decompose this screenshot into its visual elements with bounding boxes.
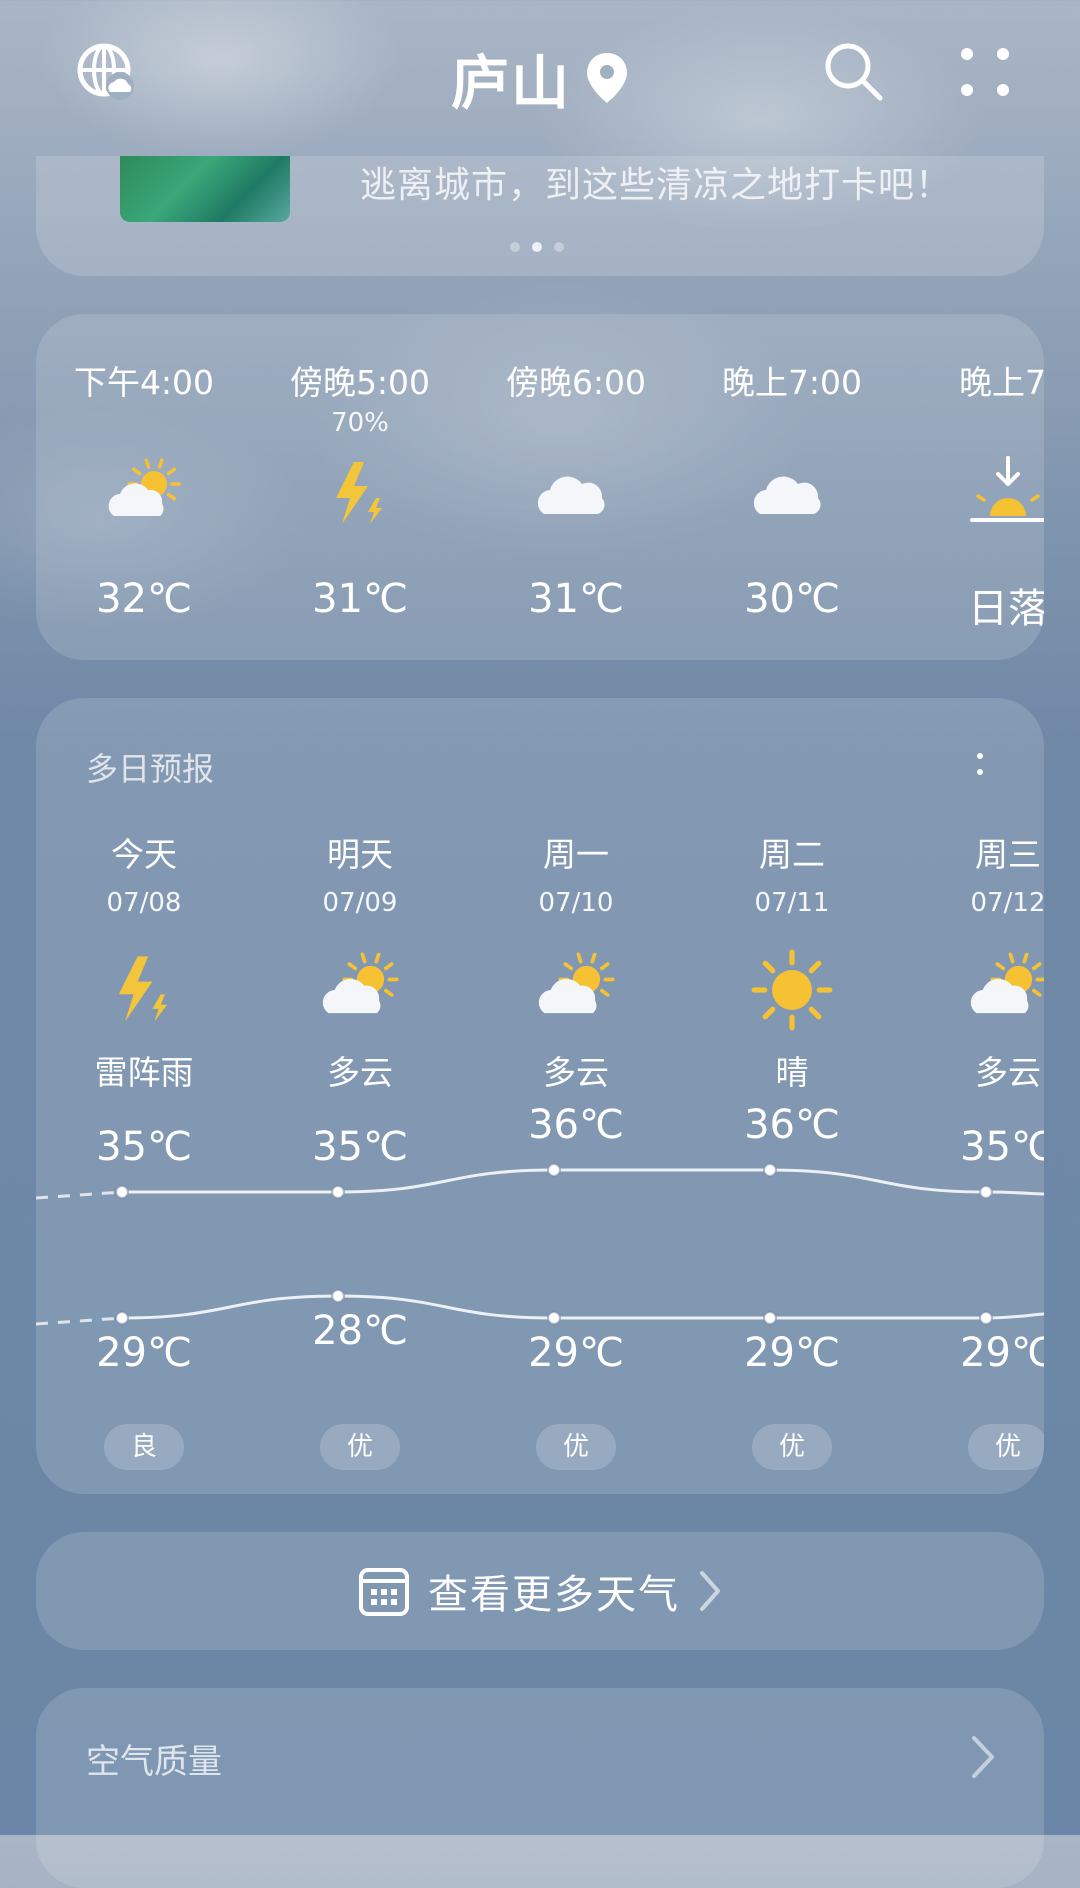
hour-temp: 32℃	[96, 576, 192, 622]
day-name: 周一	[543, 835, 609, 874]
chevron-right-icon	[972, 1736, 994, 1778]
low-temp-label: 28℃	[312, 1308, 408, 1354]
high-line-point	[979, 1185, 993, 1199]
four-dots-icon	[961, 48, 1009, 96]
high-temp-label: 36℃	[528, 1102, 624, 1148]
location-title[interactable]: 庐山	[0, 36, 1080, 120]
more-menu-button[interactable]	[955, 42, 1015, 102]
more-weather-button[interactable]: 查看更多天气	[36, 1532, 1044, 1650]
low-line-point	[115, 1311, 129, 1325]
high-line-leadin	[36, 1190, 123, 1200]
day-name: 明天	[327, 835, 393, 874]
top-bar: 庐山	[0, 0, 1080, 150]
low-temp-label: 29℃	[528, 1330, 624, 1376]
banner-image	[120, 156, 290, 222]
search-icon	[825, 43, 883, 101]
aqi-badge: 良	[104, 1424, 184, 1470]
hour-temp: 31℃	[528, 576, 624, 622]
high-temp-label: 35℃	[312, 1124, 408, 1170]
cloud-icon	[536, 454, 616, 534]
low-line-point	[979, 1311, 993, 1325]
high-temp-label: 35℃	[960, 1124, 1044, 1170]
partly-cloudy-icon	[534, 948, 618, 1032]
low-line-point	[331, 1289, 345, 1303]
aqi-badge: 优	[320, 1424, 400, 1470]
banner-text: 逃离城市，到这些清凉之地打卡吧！	[360, 165, 953, 206]
low-line-point	[547, 1311, 561, 1325]
aqi-badge: 优	[968, 1424, 1044, 1470]
day-date: 07/09	[322, 888, 398, 918]
day-date: 07/11	[754, 888, 830, 918]
calendar-icon	[359, 1568, 409, 1616]
pager-dot	[554, 242, 564, 252]
pager-dot-active	[532, 242, 542, 252]
hour-time: 晚上7:	[958, 363, 1044, 402]
hourly-forecast[interactable]: 下午4:00 32℃ 傍晚5:00 70% 31℃ 傍晚6:00 31℃ 晚上7:00 30℃ 晚…	[36, 314, 1044, 660]
day-condition: 多云	[327, 1053, 393, 1092]
high-temp-label: 36℃	[744, 1102, 840, 1148]
sunset-icon	[968, 454, 1044, 534]
search-button[interactable]	[822, 40, 886, 104]
day-name: 周二	[759, 835, 825, 874]
day-name: 今天	[111, 835, 177, 874]
sun-icon	[750, 948, 834, 1032]
hour-time: 傍晚5:00	[289, 363, 431, 402]
multi-day-forecast[interactable]: 多日预报 今天 07/08 雷阵雨良明天 07/09 多云优周一 07/10 多云优周二 07…	[36, 698, 1044, 1494]
day-condition: 雷阵雨	[94, 1053, 194, 1092]
low-temp-label: 29℃	[96, 1330, 192, 1376]
air-quality-title: 空气质量	[86, 1742, 222, 1782]
high-temp-label: 35℃	[96, 1124, 192, 1170]
partly-cloudy-icon	[966, 948, 1044, 1032]
day-date: 07/08	[106, 888, 182, 918]
promo-banner[interactable]: 逃离城市，到这些清凉之地打卡吧！	[36, 156, 1044, 276]
air-quality-card[interactable]: 空气质量	[36, 1688, 1044, 1888]
city-name: 庐山	[450, 49, 571, 117]
hour-time: 晚上7:00	[721, 363, 863, 402]
partly-cloudy-icon	[318, 948, 402, 1032]
day-name: 周三	[975, 835, 1041, 874]
low-line-leadin	[36, 1316, 123, 1326]
location-pin-icon	[587, 53, 627, 103]
more-weather-label: 查看更多天气	[428, 1572, 680, 1618]
low-line-point	[763, 1311, 777, 1325]
hour-temp: 30℃	[744, 576, 840, 622]
high-line-point	[115, 1185, 129, 1199]
hour-temp: 日落	[968, 586, 1044, 632]
banner-pager	[510, 242, 564, 252]
hour-time: 傍晚6:00	[505, 363, 647, 402]
pager-dot	[510, 242, 520, 252]
thunder-icon	[102, 948, 186, 1032]
day-condition: 多云	[543, 1053, 609, 1092]
high-line	[122, 1168, 1044, 1196]
hour-time: 下午4:00	[73, 363, 215, 402]
low-temp-label: 29℃	[744, 1330, 840, 1376]
day-condition: 晴	[775, 1053, 809, 1092]
day-date: 07/12	[970, 888, 1044, 918]
partly-cloudy-icon	[104, 454, 184, 534]
aqi-badge: 优	[752, 1424, 832, 1470]
chevron-right-icon	[700, 1571, 720, 1611]
precip-probability: 70%	[331, 408, 389, 438]
high-line-point	[331, 1185, 345, 1199]
high-line-point	[763, 1163, 777, 1177]
day-date: 07/10	[538, 888, 614, 918]
thunder-icon	[320, 454, 400, 534]
low-temp-label: 29℃	[960, 1330, 1044, 1376]
high-line-point	[547, 1163, 561, 1177]
cloud-icon	[752, 454, 832, 534]
aqi-badge: 优	[536, 1424, 616, 1470]
hour-temp: 31℃	[312, 576, 408, 622]
day-condition: 多云	[975, 1053, 1041, 1092]
